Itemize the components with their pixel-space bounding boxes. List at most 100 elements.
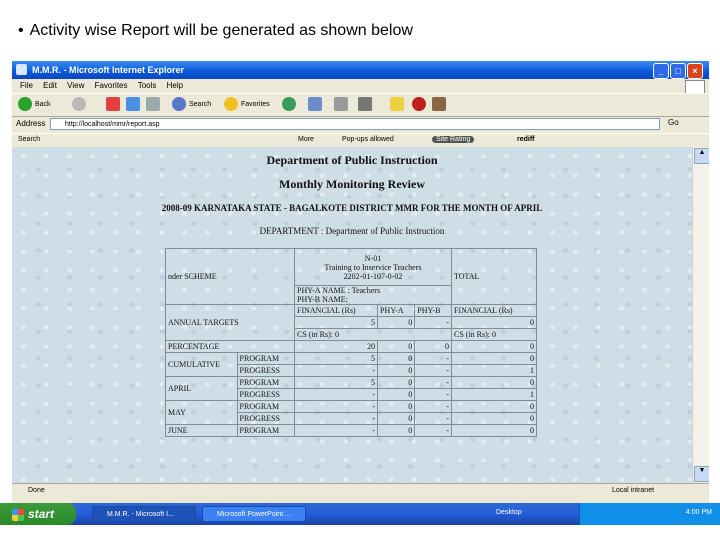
row-sublabel: PROGRAM — [236, 376, 296, 389]
task-powerpoint[interactable]: Microsoft PowerPoint ... — [202, 506, 306, 522]
cs-left-cell: CS (in Rs): 0 — [294, 328, 452, 341]
title-bar: M.M.R. - Microsoft Internet Explorer _ □… — [12, 61, 709, 79]
close-button[interactable]: × — [687, 63, 703, 79]
cell-total: 1 — [451, 364, 537, 377]
col-phy-a: PHY-A — [376, 304, 416, 317]
menu-view[interactable]: View — [67, 81, 84, 90]
home-button[interactable] — [146, 97, 163, 113]
cell-financial: 5 — [294, 376, 378, 389]
report-content: Department of Public Instruction Monthly… — [12, 147, 692, 483]
annual-targets-label: ANNUAL TARGETS — [165, 304, 295, 341]
mmr-table: nder SCHEME N-01 Training to Inservice T… — [165, 248, 537, 437]
row-sublabel: PROGRAM — [236, 400, 296, 413]
row-label: CUMULATIVE — [165, 352, 238, 377]
menu-edit[interactable]: Edit — [43, 81, 57, 90]
row-sublabel: PROGRESS — [236, 412, 296, 425]
scroll-up-icon[interactable]: ▲ — [694, 148, 709, 164]
status-bar: Done Local intranet — [12, 483, 709, 498]
report-heading-dept-name: DEPARTMENT : Department of Public Instru… — [259, 226, 445, 236]
cell-phy-b: - — [414, 424, 452, 437]
print-button[interactable] — [334, 97, 351, 113]
phy-a-name: PHY-A NAME : Teachers — [297, 286, 381, 296]
cell-phy-b: - — [414, 412, 452, 425]
cell-phy-a: 0 — [376, 340, 416, 353]
refresh-icon — [126, 97, 140, 112]
search-toolbar: Search More Pop-ups allowed Site Rating … — [12, 133, 709, 148]
row-sublabel: PROGRESS — [236, 388, 296, 401]
vertical-scrollbar[interactable]: ▲ ▼ — [692, 147, 709, 483]
address-input[interactable]: http://localhost/mmr/report.asp — [50, 118, 660, 130]
cell-financial: - — [294, 364, 378, 377]
report-heading-title: Monthly Monitoring Review — [279, 177, 425, 191]
scroll-down-icon[interactable]: ▼ — [694, 466, 709, 482]
cell-total: 0 — [451, 424, 537, 437]
row-sublabel: PROGRAM — [236, 424, 296, 437]
back-button[interactable]: Back — [18, 97, 51, 113]
row-label: MAY — [165, 400, 238, 425]
annual-financial: 5 — [294, 316, 378, 329]
activity-header-cell: N-01 Training to Inservice Teachers 2202… — [294, 248, 452, 286]
cell-phy-a: 0 — [376, 412, 416, 425]
search-button[interactable]: Search — [172, 97, 211, 113]
gbar-more[interactable]: More — [298, 136, 314, 143]
maximize-button[interactable]: □ — [670, 63, 686, 79]
report-heading-period: 2008-09 KARNATAKA STATE - BAGALKOTE DIST… — [161, 203, 543, 213]
history-button[interactable] — [282, 97, 299, 113]
menu-help[interactable]: Help — [167, 81, 183, 90]
folder-icon — [390, 97, 404, 112]
cell-financial: - — [294, 412, 378, 425]
taskbar: start M.M.R. - Microsoft I... Microsoft … — [0, 503, 720, 525]
menu-file[interactable]: File — [20, 81, 33, 90]
phy-b-name: PHY-B NAME: — [297, 295, 348, 304]
annual-total: 0 — [451, 316, 537, 329]
edit-button[interactable] — [358, 97, 375, 113]
total-label-cell: TOTAL — [451, 248, 537, 305]
task-ie[interactable]: M.M.R. - Microsoft I... — [92, 506, 196, 522]
messenger-button[interactable] — [412, 97, 429, 113]
start-button[interactable]: start — [0, 503, 76, 525]
mail-button[interactable] — [308, 97, 325, 113]
windows-flag-icon — [12, 508, 24, 521]
browser-window: M.M.R. - Microsoft Internet Explorer _ □… — [12, 61, 709, 523]
cell-total: 0 — [451, 340, 537, 353]
system-tray: Desktop 4:00 PM — [496, 503, 720, 525]
menu-tools[interactable]: Tools — [138, 81, 157, 90]
menu-favorites[interactable]: Favorites — [95, 81, 128, 90]
go-button[interactable]: Go — [668, 118, 679, 127]
start-label: start — [28, 507, 55, 521]
research-button[interactable] — [432, 97, 449, 113]
site-rating-button[interactable]: Site Rating — [432, 136, 475, 143]
gbar-popups[interactable]: Pop-ups allowed — [342, 136, 394, 143]
cs-right-cell: CS (in Rs): 0 — [451, 328, 537, 341]
forward-button[interactable] — [72, 97, 89, 113]
toolbar: Back Search Favorites — [12, 93, 709, 117]
activity-code: N-01 — [364, 253, 382, 263]
home-icon — [146, 97, 160, 112]
address-label: Address — [16, 119, 46, 128]
cell-phy-a: 0 — [376, 400, 416, 413]
cell-phy-b: - — [414, 400, 452, 413]
col-financial: FINANCIAL (Rs) — [294, 304, 378, 317]
address-bar: Address http://localhost/mmr/report.asp … — [12, 116, 709, 133]
research-icon — [432, 97, 446, 112]
gbar-search[interactable]: Search — [18, 136, 40, 143]
favorites-button[interactable]: Favorites — [224, 97, 270, 113]
cell-financial: - — [294, 424, 378, 437]
stop-icon — [106, 97, 120, 112]
folder-button[interactable] — [390, 97, 407, 113]
print-icon — [334, 97, 348, 112]
refresh-button[interactable] — [126, 97, 143, 113]
rediff-logo[interactable]: rediff — [517, 136, 535, 143]
search-label: Search — [189, 101, 212, 108]
cell-financial: - — [294, 388, 378, 401]
back-arrow-icon — [18, 97, 32, 112]
scheme-label-cell: nder SCHEME — [165, 248, 295, 305]
cell-phy-b: - — [414, 352, 452, 365]
phy-names-cell: PHY-A NAME : Teachers PHY-B NAME: — [294, 285, 452, 305]
cell-total: 0 — [451, 352, 537, 365]
minimize-button[interactable]: _ — [653, 63, 669, 79]
row-label: JUNE — [165, 424, 238, 437]
stop-button[interactable] — [106, 97, 123, 113]
row-sublabel: PROGRAM — [236, 352, 296, 365]
row-label: PERCENTAGE — [165, 340, 295, 353]
